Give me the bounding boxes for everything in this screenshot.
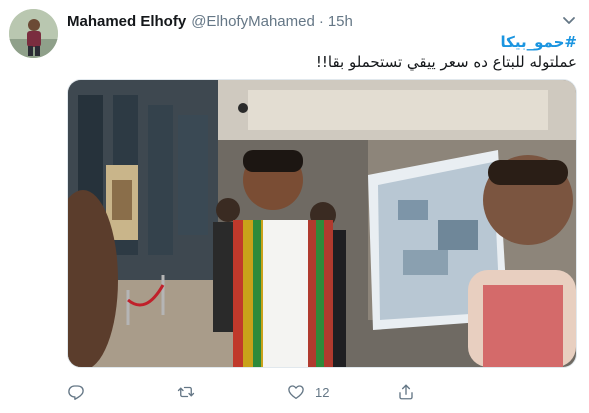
reply-button[interactable] xyxy=(67,383,177,401)
hashtag-link[interactable]: #حمو_بيكا xyxy=(67,32,577,52)
like-button[interactable]: 12 xyxy=(287,383,397,401)
tweet-card[interactable]: Mahamed Elhofy @ElhofyMahamed · 15h #حمو… xyxy=(0,0,589,413)
share-icon xyxy=(399,384,413,400)
avatar[interactable] xyxy=(9,9,58,58)
tweet-body: عملتوله للبتاع ده سعر ييقي تستحملو بقا!! xyxy=(315,53,577,71)
share-button[interactable] xyxy=(397,383,507,401)
reply-icon xyxy=(68,385,84,400)
retweet-icon xyxy=(177,386,195,398)
chevron-down-icon[interactable] xyxy=(561,12,577,28)
tweet-photo[interactable] xyxy=(67,79,577,368)
tweet-header: Mahamed Elhofy @ElhofyMahamed · 15h xyxy=(67,11,579,31)
tweet-actions: 12 xyxy=(67,380,507,404)
tweet-time[interactable]: 15h xyxy=(328,13,353,30)
heart-icon xyxy=(288,385,304,400)
avatar-image xyxy=(9,9,58,58)
like-count: 12 xyxy=(315,384,330,400)
photo-image xyxy=(68,80,576,367)
author-name[interactable]: Mahamed Elhofy xyxy=(67,13,186,30)
separator-dot: · xyxy=(318,12,324,30)
retweet-button[interactable] xyxy=(177,383,287,401)
author-handle[interactable]: @ElhofyMahamed xyxy=(191,13,315,30)
tweet-text: #حمو_بيكا عملتوله للبتاع ده سعر ييقي تست… xyxy=(67,32,577,72)
